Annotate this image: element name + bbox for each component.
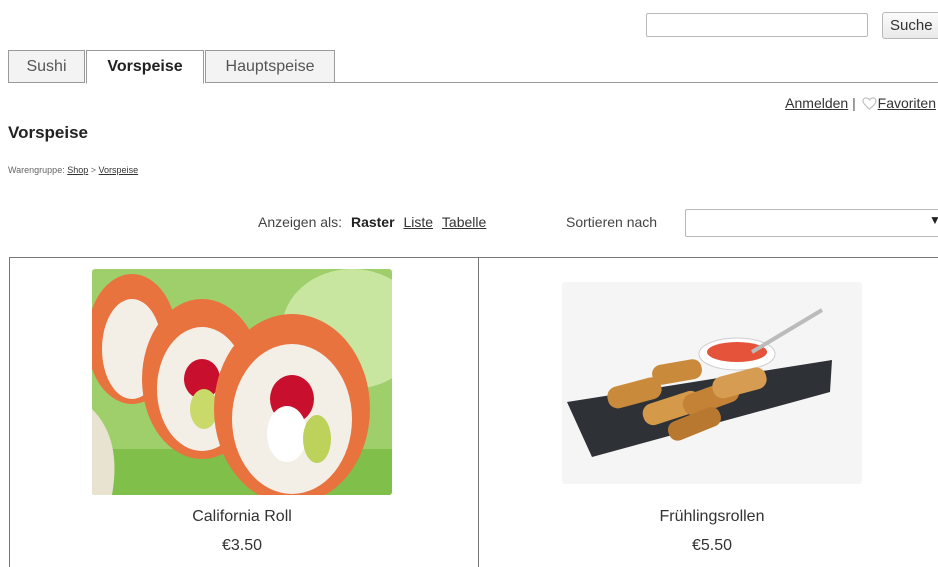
login-link[interactable]: Anmelden bbox=[785, 95, 848, 111]
heart-icon bbox=[862, 97, 877, 110]
breadcrumb-separator: > bbox=[90, 165, 97, 175]
grid-divider bbox=[478, 257, 479, 567]
search-input[interactable] bbox=[646, 13, 868, 37]
view-option-raster[interactable]: Raster bbox=[351, 214, 395, 230]
spring-rolls-illustration bbox=[562, 282, 862, 484]
page-title: Vorspeise bbox=[8, 123, 89, 142]
sushi-roll-illustration bbox=[92, 269, 392, 495]
product-price: €5.50 bbox=[691, 537, 733, 554]
breadcrumb-prefix: Warengruppe: bbox=[8, 165, 65, 175]
tabs-underline bbox=[335, 82, 938, 83]
spring-rolls-image[interactable] bbox=[562, 282, 862, 484]
search-button[interactable]: Suche bbox=[882, 12, 938, 39]
sushi-roll-image[interactable] bbox=[92, 269, 392, 495]
product-price: €3.50 bbox=[221, 537, 263, 554]
product-name[interactable]: California Roll bbox=[92, 508, 392, 526]
view-option-liste[interactable]: Liste bbox=[403, 214, 433, 230]
tab-vorspeise[interactable]: Vorspeise bbox=[86, 50, 204, 84]
sort-label: Sortieren nach bbox=[566, 214, 658, 230]
breadcrumb: Warengruppe: Shop > Vorspeise bbox=[8, 165, 138, 175]
view-option-tabelle[interactable]: Tabelle bbox=[442, 214, 486, 230]
product-name[interactable]: Frühlingsrollen bbox=[562, 508, 862, 526]
user-links: Anmelden | Favoriten bbox=[785, 95, 936, 111]
tab-hauptspeise[interactable]: Hauptspeise bbox=[205, 50, 335, 83]
sort-select[interactable] bbox=[685, 209, 938, 237]
user-links-separator: | bbox=[852, 95, 856, 111]
dropdown-arrow-icon[interactable]: ▼ bbox=[929, 213, 938, 227]
view-options: Anzeigen als: Raster Liste Tabelle bbox=[258, 214, 486, 230]
view-label: Anzeigen als: bbox=[258, 214, 343, 230]
tab-sushi[interactable]: Sushi bbox=[8, 50, 85, 83]
breadcrumb-item-vorspeise[interactable]: Vorspeise bbox=[99, 165, 139, 175]
breadcrumb-item-shop[interactable]: Shop bbox=[67, 165, 88, 175]
favorites-link[interactable]: Favoriten bbox=[878, 95, 936, 111]
